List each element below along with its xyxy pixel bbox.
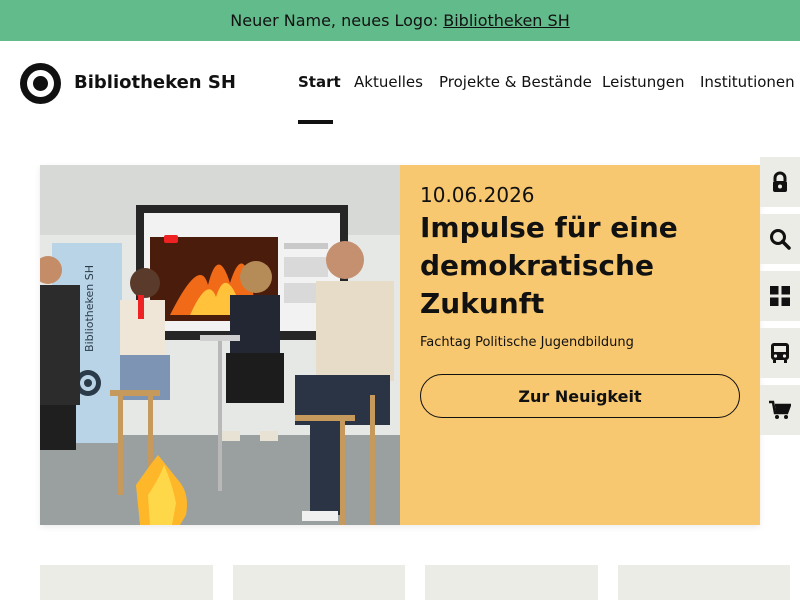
hero-date: 10.06.2026 [420, 183, 535, 207]
nav-active-indicator [298, 120, 333, 124]
hero-title: Impulse für eine demokratische Zukunft [420, 211, 678, 320]
announcement-banner: Neuer Name, neues Logo: Bibliotheken SH [0, 0, 800, 41]
hero-teaser: Bibliotheken SH 10.06.2026 Impulse für e… [40, 165, 760, 525]
side-tool-lock[interactable] [760, 157, 800, 207]
nav-item-leistungen[interactable]: Leistungen [602, 73, 684, 91]
grid-icon [770, 286, 790, 306]
nav-item-projekte[interactable]: Projekte & Bestände [439, 73, 592, 91]
hero-subtitle: Fachtag Politische Jugendbildung [420, 335, 634, 350]
teaser-card[interactable] [425, 565, 598, 600]
cart-icon [769, 400, 791, 419]
side-tool-cart[interactable] [760, 385, 800, 435]
lock-icon [773, 171, 787, 192]
teaser-card[interactable] [618, 565, 790, 600]
teaser-card[interactable] [40, 565, 213, 600]
nav-item-start[interactable]: Start [298, 73, 341, 91]
banner-link[interactable]: Bibliotheken SH [443, 11, 569, 30]
rollup-banner-text: Bibliotheken SH [83, 265, 96, 352]
main-nav: Start Aktuelles Projekte & Bestände Leis… [0, 73, 800, 97]
event-photo-illustration: Bibliotheken SH [40, 165, 400, 525]
search-icon [770, 229, 791, 250]
hero-text-panel: 10.06.2026 Impulse für eine demokratisch… [400, 165, 760, 525]
nav-item-institutionen[interactable]: Institutionen [700, 73, 795, 91]
site-header: Bibliotheken SH Start Aktuelles Projekte… [0, 41, 800, 125]
teaser-card[interactable] [233, 565, 405, 600]
banner-text: Neuer Name, neues Logo: [230, 11, 439, 30]
nav-item-aktuelles[interactable]: Aktuelles [354, 73, 423, 91]
bus-icon [771, 343, 789, 363]
read-news-button[interactable]: Zur Neuigkeit [420, 374, 740, 418]
side-tool-bus[interactable] [760, 328, 800, 378]
side-tool-search[interactable] [760, 214, 800, 264]
side-tool-grid[interactable] [760, 271, 800, 321]
hero-photo: Bibliotheken SH [40, 165, 400, 525]
